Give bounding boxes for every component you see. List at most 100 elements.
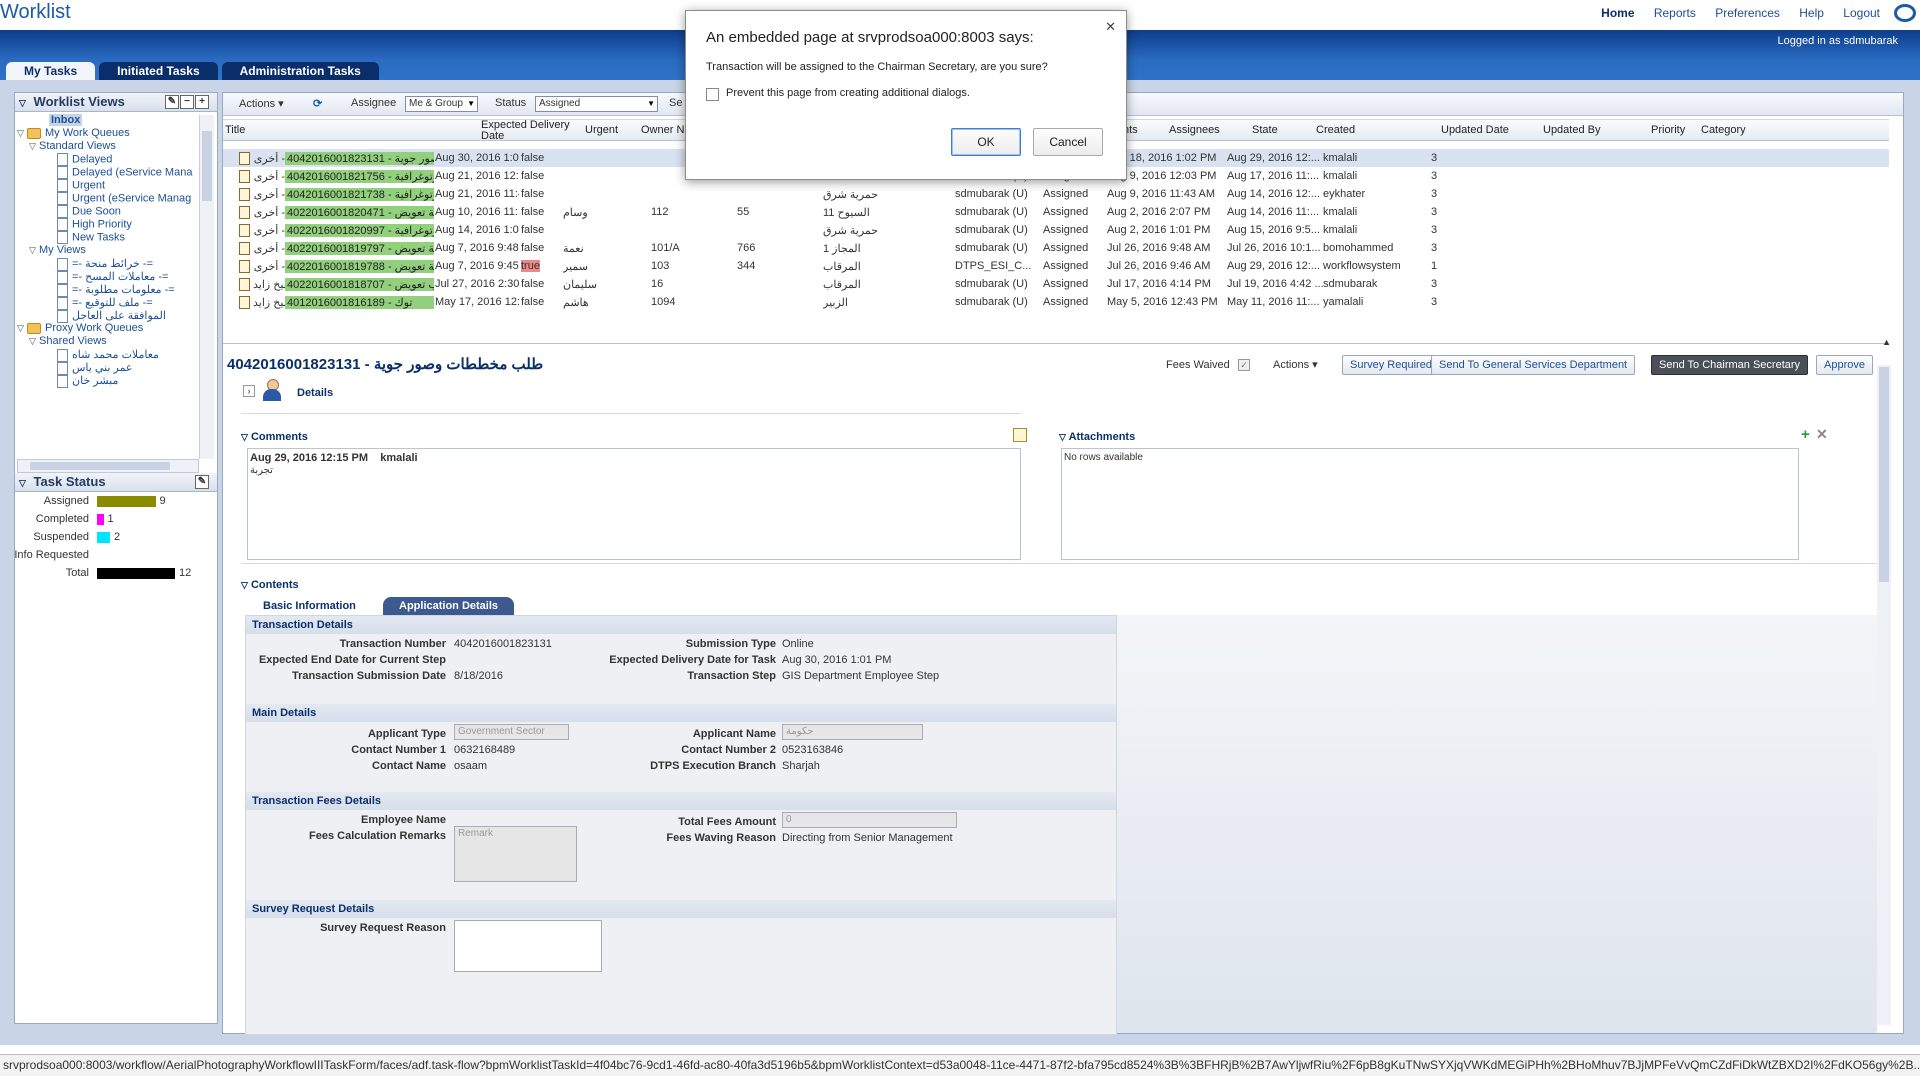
table-row[interactable]: أخرى - 4022016001819797 - معاملة تعويضAu… [223,239,1889,257]
cell-tid[interactable]: 4022016001819788 - معاملة تعويض [285,260,434,273]
tree-item-view[interactable]: =- معاملات المسح -= [57,270,168,284]
cell-tid[interactable]: 4022016001819797 - معاملة تعويض [285,242,434,255]
reports-link[interactable]: Reports [1654,6,1696,20]
survey-required-button[interactable]: Survey Required [1342,355,1440,375]
tree-item-view[interactable]: =- معلومات مطلوبة -= [57,283,175,297]
tree-item-view[interactable]: =- خرائط منحة -= [57,257,153,271]
tree-horizontal-scrollbar[interactable] [17,459,199,473]
tree-item-high-priority[interactable]: High Priority [57,218,132,231]
add-icon[interactable]: + [195,95,209,109]
attachments-header[interactable]: ▽ Attachments [1059,431,1135,443]
prevent-dialogs-label[interactable]: Prevent this page from creating addition… [726,87,970,99]
approve-button[interactable]: Approve [1816,355,1873,375]
tree-item-shared-view[interactable]: معاملات محمد شاه [57,348,159,362]
refresh-icon[interactable]: ⟳ [313,97,327,110]
expand-details-icon[interactable]: › [243,385,255,397]
status-row[interactable]: Completed 1 [15,513,215,527]
preferences-link[interactable]: Preferences [1715,6,1780,20]
actions-menu[interactable]: Actions ▾ [239,97,284,110]
status-row[interactable]: Total 12 [15,567,215,581]
col-assignees[interactable]: Assignees [1169,124,1220,136]
tree-item-new-tasks[interactable]: New Tasks [57,231,125,244]
tree-item-view[interactable]: الموافقة على العاجل [57,309,166,323]
col-expected-delivery[interactable]: Expected Delivery Date [481,120,570,142]
send-general-services-button[interactable]: Send To General Services Department [1431,355,1636,375]
table-row[interactable]: أخرى - 4022016001819788 - معاملة تعويضAu… [223,257,1889,275]
tab-administration-tasks[interactable]: Administration Tasks [221,62,379,80]
edit-icon[interactable]: ✎ [165,95,179,109]
status-row[interactable]: Assigned 9 [15,495,215,509]
table-row[interactable]: أخرى - 4042016001821738 - صور فوتوغرافية… [223,185,1889,203]
cell-tid[interactable]: 4012016001816189 - توك [285,296,434,309]
tab-basic-information[interactable]: Basic Information [253,597,366,617]
assignee-select[interactable]: Me & Group [405,96,478,112]
cell-tid[interactable]: 4042016001823131 - طلب مخططات وصور جوية [285,152,434,165]
edit-icon[interactable]: ✎ [195,475,209,489]
col-urgent[interactable]: Urgent [585,124,618,136]
total-fees-input[interactable]: 0 [782,812,957,828]
send-chairman-secretary-button[interactable]: Send To Chairman Secretary [1651,355,1809,375]
tab-application-details[interactable]: Application Details [383,597,515,615]
col-state[interactable]: State [1252,124,1278,136]
detail-vertical-scrollbar[interactable] [1877,365,1891,1025]
table-row[interactable]: أخرى - 4022016001820471 - معاملة تعويضAu… [223,203,1889,221]
tree-item-due-soon[interactable]: Due Soon [57,205,121,218]
logout-link[interactable]: Logout [1843,6,1880,20]
cancel-button[interactable]: Cancel [1033,128,1103,156]
tree-item-proxy-work-queues[interactable]: ▽ Proxy Work Queues [17,322,143,334]
tree-item-shared-views[interactable]: ▽ Shared Views [29,335,107,347]
fees-waived-checkbox[interactable]: ✓ [1238,359,1250,371]
collapse-icon[interactable]: ▽ [19,478,26,488]
tree-item-delayed-eservice[interactable]: Delayed (eService Mana [57,166,192,179]
status-select[interactable]: Assigned [535,96,658,112]
tree-item-inbox[interactable]: Inbox [49,114,83,126]
tree-item-view[interactable]: =- ملف للتوقيع -= [57,296,153,310]
col-priority[interactable]: Priority [1651,124,1685,136]
col-updated-by[interactable]: Updated By [1543,124,1600,136]
ok-button[interactable]: OK [951,128,1021,156]
cell-tid[interactable]: 4022016001818707 - طلب تعويض [285,278,434,291]
contents-header[interactable]: ▽ Contents [241,579,299,591]
detail-actions-menu[interactable]: Actions ▾ [1273,358,1318,371]
table-row[interactable]: برنامج الشيخ زايد - 4012016001816189 - ت… [223,293,1889,311]
table-row[interactable]: أخرى - 4022016001820997 - صور فوتوغرافية… [223,221,1889,239]
cell-tid[interactable]: 4022016001820997 - صور فوتوغرافية [285,224,434,237]
fees-remarks-textarea[interactable]: Remark [454,826,577,882]
tree-vertical-scrollbar[interactable] [199,115,214,459]
col-title[interactable]: Title [225,124,245,136]
collapse-icon[interactable]: ▽ [19,98,26,108]
tree-item-delayed[interactable]: Delayed [57,153,112,166]
collapse-pane-icon[interactable]: ▲ [1882,337,1891,347]
prevent-dialogs-checkbox[interactable] [706,88,719,101]
table-row[interactable]: برنامج الشيخ زايد - 4022016001818707 - ط… [223,275,1889,293]
applicant-type-select[interactable]: Government Sector [454,724,569,740]
tree-item-urgent[interactable]: Urgent [57,179,105,192]
survey-reason-textarea[interactable] [454,920,602,972]
comments-header[interactable]: ▽ Comments [241,431,308,443]
cell-tid[interactable]: 4042016001821738 - صور فوتوغرافية [285,188,434,201]
col-category[interactable]: Category [1701,124,1746,136]
tree-item-my-views[interactable]: ▽ My Views [29,244,86,256]
col-owner[interactable]: Owner Na [641,124,691,136]
applicant-name-input[interactable]: حكومة [782,724,923,740]
col-updated-date[interactable]: Updated Date [1441,124,1509,136]
cell-tid[interactable]: 4042016001821756 - صور فوتوغرافية [285,170,434,183]
tree-item-standard-views[interactable]: ▽ Standard Views [29,140,116,152]
add-comment-icon[interactable] [1013,428,1027,442]
col-created[interactable]: Created [1316,124,1355,136]
home-link[interactable]: Home [1601,6,1634,20]
help-link[interactable]: Help [1799,6,1824,20]
remove-icon[interactable]: − [180,95,194,109]
tab-my-tasks[interactable]: My Tasks [6,62,96,80]
status-row[interactable]: Suspended 2 [15,531,215,545]
status-row[interactable]: Info Requested [14,549,215,563]
cell-tid[interactable]: 4022016001820471 - معاملة تعويض [285,206,434,219]
tree-item-urgent-eservice[interactable]: Urgent (eService Manag [57,192,191,205]
add-attachment-icon[interactable]: + [1801,426,1810,443]
tab-initiated-tasks[interactable]: Initiated Tasks [99,62,218,80]
tree-item-shared-view[interactable]: مبشر خان [57,374,118,388]
tree-item-my-work-queues[interactable]: ▽ My Work Queues [17,127,130,139]
close-icon[interactable]: ✕ [1105,19,1116,35]
tree-item-shared-view[interactable]: عمر بني ياس [57,361,133,375]
delete-attachment-icon[interactable]: ✕ [1816,426,1828,443]
